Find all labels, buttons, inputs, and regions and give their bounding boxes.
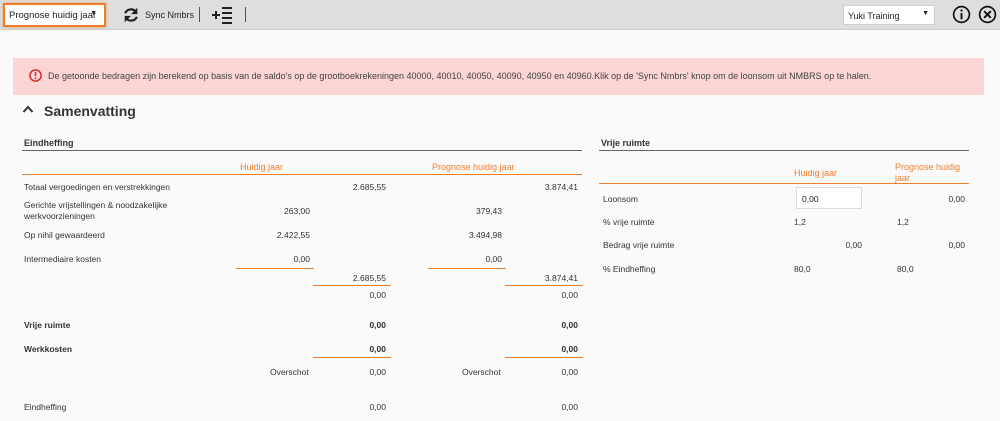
section-title[interactable]: Samenvatting <box>44 103 136 119</box>
pct-vrije-ruimte-label: % vrije ruimte <box>603 217 655 227</box>
intermediair-current: 0,00 <box>293 254 310 264</box>
orange-divider <box>236 268 314 269</box>
chevron-up-icon[interactable] <box>22 104 34 114</box>
diff-current: 0,00 <box>369 290 386 300</box>
totaal-forecast: 3.874,41 <box>544 182 578 192</box>
vrije-ruimte-title: Vrije ruimte <box>601 138 651 148</box>
year-dropdown[interactable]: Prognose huidig jaar ▼ <box>3 3 106 27</box>
intermediair-forecast: 0,00 <box>485 254 502 264</box>
gericht-forecast: 379,43 <box>476 206 502 216</box>
intermediair-label: Intermediaire kosten <box>24 254 102 264</box>
caret-down-icon: ▼ <box>922 10 929 17</box>
alert-icon <box>29 69 42 82</box>
nihil-forecast: 3.494,98 <box>468 230 502 240</box>
loonsom-input[interactable]: 0,00 <box>796 187 862 209</box>
toolbar-divider <box>245 7 246 22</box>
loonsom-label: Loonsom <box>603 194 638 204</box>
alert-message: De getoonde bedragen zijn berekend op ba… <box>48 71 872 81</box>
eindheffing-total-current: 0,00 <box>369 402 386 412</box>
vrije-ruimte-current: 0,00 <box>369 320 386 330</box>
orange-divider <box>599 183 969 184</box>
loonsom-forecast: 0,00 <box>948 194 965 204</box>
pct-eindheffing-forecast: 80,0 <box>897 264 914 274</box>
overschot-label-current: Overschot <box>270 367 309 377</box>
pct-eindheffing-label: % Eindheffing <box>603 264 656 274</box>
year-dropdown-label: Prognose huidig jaar <box>9 10 97 21</box>
sync-icon[interactable] <box>122 6 140 24</box>
column-header-current: Huidig jaar <box>240 162 284 172</box>
orange-divider <box>505 357 583 358</box>
company-dropdown[interactable]: Yuki Training ▼ <box>843 5 935 25</box>
bedrag-vrije-ruimte-forecast: 0,00 <box>948 240 965 250</box>
divider <box>599 150 969 151</box>
eindheffing-total-label: Eindheffing <box>24 402 67 412</box>
subtotal-forecast: 3.874,41 <box>544 273 578 283</box>
orange-divider <box>313 285 391 286</box>
column-header-current: Huidig jaar <box>794 168 838 178</box>
werkkosten-label: Werkkosten <box>24 344 73 354</box>
nihil-label: Op nihil gewaardeerd <box>24 230 105 240</box>
company-dropdown-label: Yuki Training <box>848 11 900 21</box>
caret-down-icon: ▼ <box>90 10 97 17</box>
bedrag-vrije-ruimte-current: 0,00 <box>845 240 862 250</box>
divider <box>22 150 582 151</box>
eindheffing-total-forecast: 0,00 <box>561 402 578 412</box>
gericht-label-line1: Gerichte vrijstellingen & noodzakelijke <box>24 200 168 210</box>
vrije-ruimte-label: Vrije ruimte <box>24 320 71 330</box>
totaal-current: 2.685,55 <box>352 182 386 192</box>
eindheffing-title: Eindheffing <box>24 138 74 148</box>
vrije-ruimte-forecast: 0,00 <box>561 320 578 330</box>
gericht-current: 263,00 <box>284 206 310 216</box>
overschot-forecast: 0,00 <box>561 367 578 377</box>
werkkosten-forecast: 0,00 <box>561 344 578 354</box>
totaal-label: Totaal vergoedingen en verstrekkingen <box>24 182 171 192</box>
subtotal-current: 2.685,55 <box>352 273 386 283</box>
column-header-forecast-line1: Prognose huidig <box>895 162 961 172</box>
close-icon[interactable] <box>978 5 997 24</box>
sync-nmbrs-button[interactable]: Sync Nmbrs <box>145 10 194 20</box>
orange-divider <box>22 174 582 175</box>
pct-vrije-ruimte-current: 1,2 <box>794 217 806 227</box>
alert-banner: De getoonde bedragen zijn berekend op ba… <box>13 58 984 95</box>
info-icon[interactable] <box>952 5 971 24</box>
column-header-forecast-line2: jaar <box>895 173 911 183</box>
column-header-forecast: Prognose huidig jaar <box>432 162 515 172</box>
overschot-label-forecast: Overschot <box>462 367 501 377</box>
pct-eindheffing-current: 80,0 <box>794 264 811 274</box>
toolbar-divider <box>199 7 200 22</box>
toolbar: Prognose huidig jaar ▼ Sync Nmbrs Yuki T… <box>0 0 1000 30</box>
orange-divider <box>428 268 506 269</box>
orange-divider <box>313 357 391 358</box>
add-list-icon[interactable] <box>211 5 233 25</box>
pct-vrije-ruimte-forecast: 1,2 <box>897 217 909 227</box>
bedrag-vrije-ruimte-label: Bedrag vrije ruimte <box>603 240 675 250</box>
nihil-current: 2.422,55 <box>276 230 310 240</box>
orange-divider <box>505 285 583 286</box>
gericht-label-line2: werkvoorzieningen <box>24 211 95 221</box>
werkkosten-current: 0,00 <box>369 344 386 354</box>
diff-forecast: 0,00 <box>561 290 578 300</box>
overschot-current: 0,00 <box>369 367 386 377</box>
